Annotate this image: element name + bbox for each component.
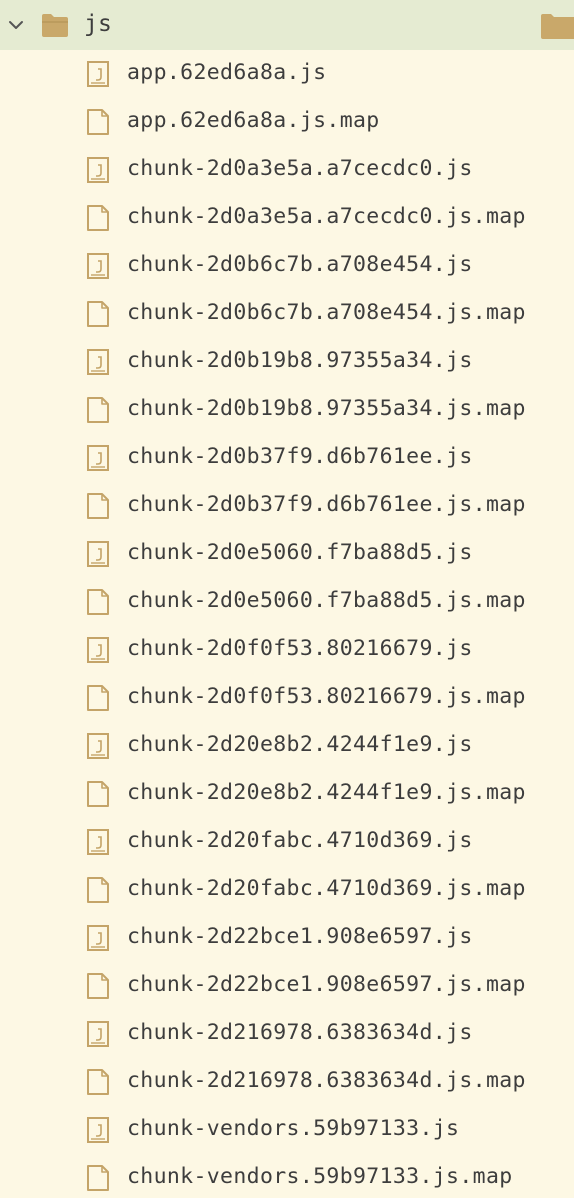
file-icon (86, 973, 110, 999)
file-row[interactable]: chunk-2d0e5060.f7ba88d5.js (0, 530, 574, 578)
file-icon (86, 589, 110, 615)
file-row[interactable]: chunk-2d22bce1.908e6597.js.map (0, 962, 574, 1010)
file-name: chunk-2d0b19b8.97355a34.js (127, 348, 473, 373)
file-name: chunk-2d0f0f53.80216679.js.map (127, 684, 526, 709)
file-icon (86, 301, 110, 327)
file-icon (86, 493, 110, 519)
file-name: app.62ed6a8a.js.map (127, 108, 380, 133)
file-row[interactable]: chunk-vendors.59b97133.js.map (0, 1154, 574, 1198)
js-file-icon (86, 733, 110, 759)
file-name: chunk-2d0b6c7b.a708e454.js.map (127, 300, 526, 325)
file-row[interactable]: chunk-2d22bce1.908e6597.js (0, 914, 574, 962)
folder-name: js (84, 11, 113, 37)
file-row[interactable]: chunk-2d20fabc.4710d369.js.map (0, 866, 574, 914)
file-row[interactable]: chunk-2d0b6c7b.a708e454.js.map (0, 290, 574, 338)
file-name: chunk-2d0e5060.f7ba88d5.js (127, 540, 473, 565)
file-name: chunk-2d22bce1.908e6597.js (127, 924, 473, 949)
js-file-icon (86, 349, 110, 375)
file-name: chunk-2d0f0f53.80216679.js (127, 636, 473, 661)
file-list: app.62ed6a8a.js app.62ed6a8a.js.map chunk-… (0, 50, 574, 1198)
file-icon (86, 1069, 110, 1095)
folder-icon (541, 14, 574, 39)
file-icon (86, 877, 110, 903)
js-file-icon (86, 445, 110, 471)
file-tree: js app.62ed6a8a.js app.62ed6a8a.js.map chu… (0, 0, 574, 1198)
js-file-icon (86, 253, 110, 279)
file-row[interactable]: chunk-2d0f0f53.80216679.js.map (0, 674, 574, 722)
file-name: chunk-2d20fabc.4710d369.js.map (127, 876, 526, 901)
file-name: chunk-2d0e5060.f7ba88d5.js.map (127, 588, 526, 613)
js-file-icon (86, 637, 110, 663)
file-row[interactable]: chunk-2d20e8b2.4244f1e9.js (0, 722, 574, 770)
file-row[interactable]: chunk-vendors.59b97133.js (0, 1106, 574, 1154)
file-row[interactable]: chunk-2d0b37f9.d6b761ee.js.map (0, 482, 574, 530)
file-row[interactable]: chunk-2d0b19b8.97355a34.js (0, 338, 574, 386)
file-name: chunk-2d0b37f9.d6b761ee.js (127, 444, 473, 469)
file-row[interactable]: chunk-2d20fabc.4710d369.js (0, 818, 574, 866)
file-name: chunk-2d0a3e5a.a7cecdc0.js.map (127, 204, 526, 229)
file-row[interactable]: chunk-2d0a3e5a.a7cecdc0.js (0, 146, 574, 194)
file-row[interactable]: chunk-2d0a3e5a.a7cecdc0.js.map (0, 194, 574, 242)
folder-icon (42, 14, 68, 37)
js-file-icon (86, 829, 110, 855)
file-row[interactable]: app.62ed6a8a.js.map (0, 98, 574, 146)
js-file-icon (86, 925, 110, 951)
js-file-icon (86, 157, 110, 183)
file-name: chunk-vendors.59b97133.js.map (127, 1164, 513, 1189)
file-row[interactable]: chunk-2d0f0f53.80216679.js (0, 626, 574, 674)
file-name: chunk-2d20e8b2.4244f1e9.js.map (127, 780, 526, 805)
file-name: chunk-2d0b6c7b.a708e454.js (127, 252, 473, 277)
file-row[interactable]: chunk-2d0b6c7b.a708e454.js (0, 242, 574, 290)
file-icon (86, 109, 110, 135)
file-name: chunk-2d216978.6383634d.js.map (127, 1068, 526, 1093)
file-name: chunk-2d22bce1.908e6597.js.map (127, 972, 526, 997)
chevron-down-icon[interactable] (6, 15, 26, 35)
file-name: chunk-2d216978.6383634d.js (127, 1020, 473, 1045)
file-icon (86, 685, 110, 711)
file-row[interactable]: app.62ed6a8a.js (0, 50, 574, 98)
file-row[interactable]: chunk-2d216978.6383634d.js.map (0, 1058, 574, 1106)
file-row[interactable]: chunk-2d216978.6383634d.js (0, 1010, 574, 1058)
js-file-icon (86, 541, 110, 567)
file-row[interactable]: chunk-2d20e8b2.4244f1e9.js.map (0, 770, 574, 818)
file-name: chunk-2d0b19b8.97355a34.js.map (127, 396, 526, 421)
file-icon (86, 205, 110, 231)
file-name: chunk-2d20fabc.4710d369.js (127, 828, 473, 853)
js-file-icon (86, 61, 110, 87)
file-row[interactable]: chunk-2d0b19b8.97355a34.js.map (0, 386, 574, 434)
file-icon (86, 397, 110, 423)
folder-row-js[interactable]: js (0, 0, 574, 50)
file-name: chunk-2d20e8b2.4244f1e9.js (127, 732, 473, 757)
file-row[interactable]: chunk-2d0e5060.f7ba88d5.js.map (0, 578, 574, 626)
file-name: chunk-2d0b37f9.d6b761ee.js.map (127, 492, 526, 517)
file-name: chunk-2d0a3e5a.a7cecdc0.js (127, 156, 473, 181)
file-icon (86, 1165, 110, 1191)
js-file-icon (86, 1117, 110, 1143)
file-name: app.62ed6a8a.js (127, 60, 327, 85)
file-icon (86, 781, 110, 807)
file-name: chunk-vendors.59b97133.js (127, 1116, 460, 1141)
js-file-icon (86, 1021, 110, 1047)
file-row[interactable]: chunk-2d0b37f9.d6b761ee.js (0, 434, 574, 482)
